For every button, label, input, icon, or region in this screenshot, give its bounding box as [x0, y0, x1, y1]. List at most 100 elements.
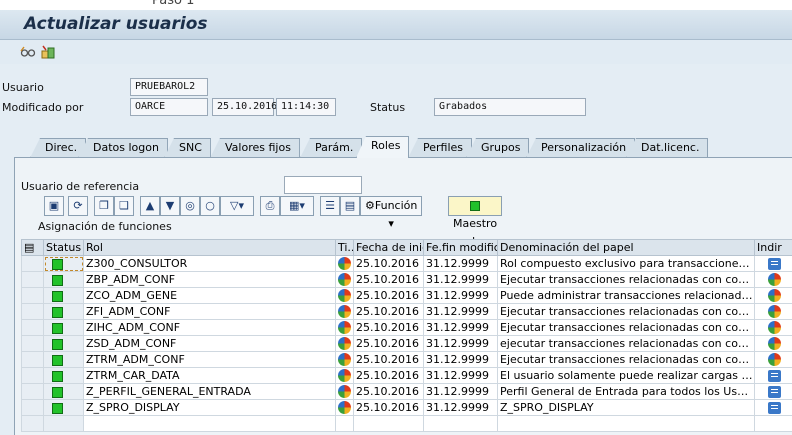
rol-cell[interactable]: Z_SPRO_DISPLAY: [83, 399, 336, 416]
table-row[interactable]: ZIHC_ADM_CONF 25.10.2016 31.12.9999 Ejecuta…: [21, 319, 792, 336]
layout-icon[interactable]: ☰: [320, 196, 340, 216]
time-field[interactable]: 11:14:30: [276, 98, 336, 116]
status-cell: [43, 415, 84, 432]
tab-valores-fijos[interactable]: Valores fijos: [210, 138, 300, 158]
status-green-icon: [52, 402, 63, 414]
change-documents-icon[interactable]: [40, 44, 56, 60]
fecha-inicio-cell[interactable]: [353, 415, 424, 432]
row-selector[interactable]: [21, 303, 44, 320]
select-layout-icon[interactable]: ▤: [340, 196, 360, 216]
fecha-fin-cell[interactable]: 31.12.9999: [423, 287, 498, 304]
fecha-inicio-cell[interactable]: 25.10.2016: [353, 399, 424, 416]
rol-cell[interactable]: ZTRM_CAR_DATA: [83, 367, 336, 384]
col-indirect[interactable]: Indir: [754, 239, 792, 256]
roles-table: ▤ Status Rol Ti.. Fecha de inicio Fe.fin…: [21, 239, 792, 432]
table-row[interactable]: ZSD_ADM_CONF 25.10.2016 31.12.9999 ejecutar…: [21, 335, 792, 352]
rol-cell[interactable]: ZTRM_ADM_CONF: [83, 351, 336, 368]
fecha-inicio-cell[interactable]: 25.10.2016: [353, 367, 424, 384]
sort-asc-icon[interactable]: ▲: [140, 196, 160, 216]
ref-user-field[interactable]: [284, 176, 362, 194]
fecha-inicio-cell[interactable]: 25.10.2016: [353, 351, 424, 368]
refresh-icon[interactable]: ⟳: [68, 196, 88, 216]
table-row[interactable]: ZTRM_CAR_DATA 25.10.2016 31.12.9999 El usua…: [21, 367, 792, 384]
table-row[interactable]: ZCO_ADM_GENE 25.10.2016 31.12.9999 Puede ad…: [21, 287, 792, 304]
row-selector[interactable]: [21, 255, 44, 272]
row-selector[interactable]: [21, 367, 44, 384]
rol-cell[interactable]: ZIHC_ADM_CONF: [83, 319, 336, 336]
col-fecha-fin[interactable]: Fe.fin modific.: [423, 239, 498, 256]
copy-icon[interactable]: ❐: [94, 196, 114, 216]
export-icon[interactable]: ▦▾: [280, 196, 314, 216]
row-selector[interactable]: [21, 351, 44, 368]
fecha-inicio-cell[interactable]: 25.10.2016: [353, 271, 424, 288]
table-row[interactable]: Z300_CONSULTOR 25.10.2016 31.12.9999 Rol co…: [21, 255, 792, 272]
row-selector[interactable]: [21, 287, 44, 304]
maestro-usuario-button[interactable]: Maestro de usuario: [448, 196, 503, 266]
rol-cell[interactable]: ZFI_ADM_CONF: [83, 303, 336, 320]
table-row-empty[interactable]: [21, 415, 792, 432]
rol-cell[interactable]: ZCO_ADM_GENE: [83, 287, 336, 304]
row-selector[interactable]: [21, 271, 44, 288]
row-selector[interactable]: [21, 335, 44, 352]
row-selector[interactable]: [21, 415, 44, 432]
glasses-icon[interactable]: [20, 44, 36, 60]
rol-cell[interactable]: [83, 415, 336, 432]
rol-cell[interactable]: ZSD_ADM_CONF: [83, 335, 336, 352]
table-row[interactable]: ZBP_ADM_CONF 25.10.2016 31.12.9999 Ejecutar…: [21, 271, 792, 288]
denominacion-cell: Ejecutar transacciones relacionadas con …: [497, 351, 755, 368]
fecha-fin-cell[interactable]: 31.12.9999: [423, 351, 498, 368]
select-all-icon[interactable]: ▤: [21, 239, 44, 256]
fecha-inicio-cell[interactable]: 25.10.2016: [353, 335, 424, 352]
col-status[interactable]: Status: [43, 239, 84, 256]
fecha-fin-cell[interactable]: 31.12.9999: [423, 367, 498, 384]
table-row[interactable]: Z_SPRO_DISPLAY 25.10.2016 31.12.9999 Z_SPRO…: [21, 399, 792, 416]
status-field[interactable]: Grabados: [434, 98, 586, 116]
fecha-fin-cell[interactable]: [423, 415, 498, 432]
row-selector[interactable]: [21, 319, 44, 336]
table-row[interactable]: ZFI_ADM_CONF 25.10.2016 31.12.9999 Ejecutar…: [21, 303, 792, 320]
rol-cell[interactable]: Z300_CONSULTOR: [83, 255, 336, 272]
modificado-field[interactable]: OARCE: [130, 98, 208, 116]
paste-icon[interactable]: ❑: [114, 196, 134, 216]
print-icon[interactable]: ⎙: [260, 196, 280, 216]
fecha-fin-cell[interactable]: 31.12.9999: [423, 319, 498, 336]
status-green-icon: [52, 274, 63, 286]
fecha-fin-cell[interactable]: 31.12.9999: [423, 399, 498, 416]
fecha-inicio-cell[interactable]: 25.10.2016: [353, 287, 424, 304]
fecha-inicio-cell[interactable]: 25.10.2016: [353, 303, 424, 320]
row-selector[interactable]: [21, 383, 44, 400]
date-field[interactable]: 25.10.2016: [212, 98, 277, 116]
tab-param[interactable]: Parám.: [300, 138, 363, 158]
fecha-fin-cell[interactable]: 31.12.9999: [423, 303, 498, 320]
fecha-inicio-cell[interactable]: 25.10.2016: [353, 255, 424, 272]
funcion-button[interactable]: ⚙Función ▾: [360, 196, 423, 230]
tab-perfiles[interactable]: Perfiles: [408, 138, 473, 158]
application-toolbar: [0, 40, 792, 64]
col-fecha-inicio[interactable]: Fecha de inicio: [353, 239, 424, 256]
fecha-fin-cell[interactable]: 31.12.9999: [423, 383, 498, 400]
usuario-field[interactable]: PRUEBAROL2: [130, 78, 208, 96]
status-label: Status: [370, 101, 406, 114]
fecha-inicio-cell[interactable]: 25.10.2016: [353, 319, 424, 336]
tab-grupos[interactable]: Grupos: [466, 138, 530, 158]
col-tipo[interactable]: Ti..: [335, 239, 354, 256]
tab-dat-licenc[interactable]: Dat.licenc.: [626, 138, 709, 158]
tab-personalizacion[interactable]: Personalización: [526, 138, 636, 158]
details-icon[interactable]: ▣: [44, 196, 64, 216]
rol-cell[interactable]: Z_PERFIL_GENERAL_ENTRADA: [83, 383, 336, 400]
rol-cell[interactable]: ZBP_ADM_CONF: [83, 271, 336, 288]
fecha-fin-cell[interactable]: 31.12.9999: [423, 335, 498, 352]
fecha-fin-cell[interactable]: 31.12.9999: [423, 255, 498, 272]
sort-desc-icon[interactable]: ▼: [160, 196, 180, 216]
row-selector[interactable]: [21, 399, 44, 416]
fecha-fin-cell[interactable]: 31.12.9999: [423, 271, 498, 288]
col-denominacion[interactable]: Denominación del papel: [497, 239, 755, 256]
fecha-inicio-cell[interactable]: 25.10.2016: [353, 383, 424, 400]
table-row[interactable]: Z_PERFIL_GENERAL_ENTRADA 25.10.2016 31.12.…: [21, 383, 792, 400]
col-rol[interactable]: Rol: [83, 239, 336, 256]
find-next-icon[interactable]: ○: [200, 196, 220, 216]
filter-icon[interactable]: ▽▾: [220, 196, 254, 216]
find-icon[interactable]: ◎: [180, 196, 200, 216]
table-row[interactable]: ZTRM_ADM_CONF 25.10.2016 31.12.9999 Ejecuta…: [21, 351, 792, 368]
tab-datos-logon[interactable]: Datos logon: [78, 138, 168, 158]
